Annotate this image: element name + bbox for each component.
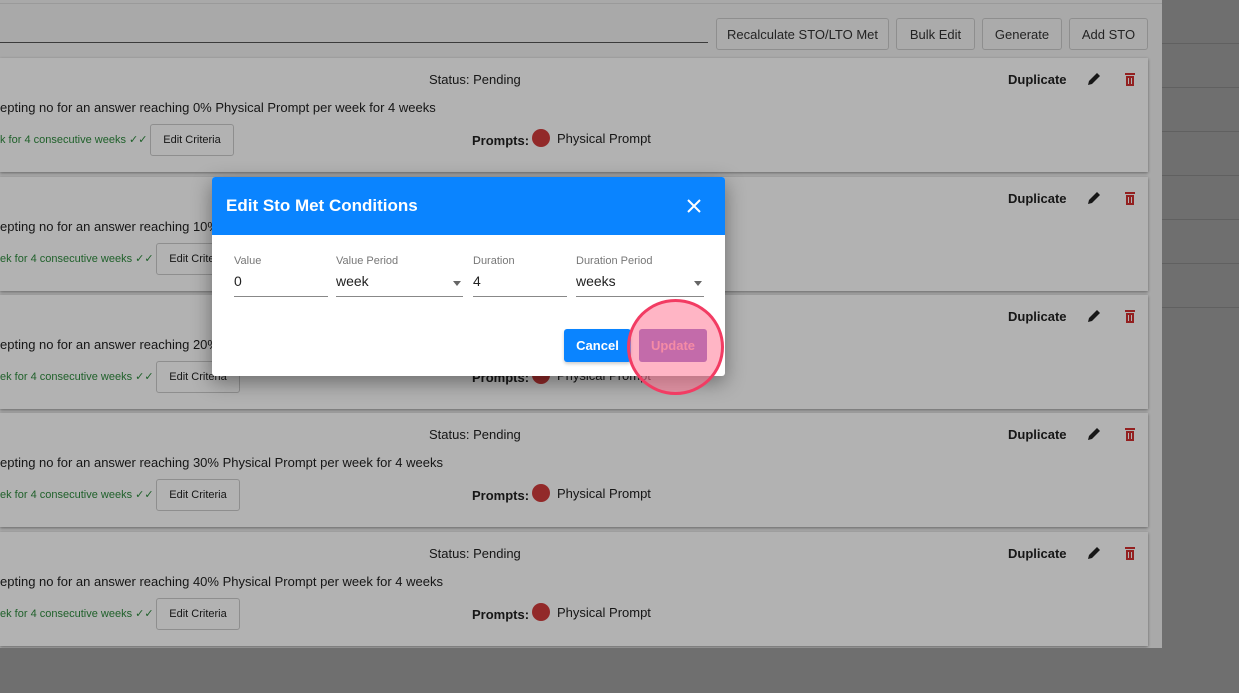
close-icon[interactable] [685, 197, 703, 215]
update-button[interactable]: Update [639, 329, 707, 362]
value-input[interactable]: 0 [234, 273, 328, 297]
value-label: Value [234, 255, 262, 267]
value-period-text: week [336, 273, 369, 289]
dialog-title: Edit Sto Met Conditions [212, 177, 725, 235]
value-field[interactable]: Value 0 [234, 255, 328, 297]
duration-period-value[interactable]: weeks [576, 273, 704, 297]
duration-label: Duration [473, 255, 515, 267]
duration-period-text: weeks [576, 273, 616, 289]
duration-period-label: Duration Period [576, 255, 653, 267]
value-period-value[interactable]: week [336, 273, 463, 297]
value-period-select[interactable]: Value Period week [336, 255, 463, 297]
duration-field[interactable]: Duration 4 [473, 255, 567, 297]
edit-sto-met-dialog: Edit Sto Met Conditions Value 0 Value Pe… [212, 177, 725, 376]
duration-input[interactable]: 4 [473, 273, 567, 297]
chevron-down-icon [694, 281, 702, 290]
cancel-button[interactable]: Cancel [564, 329, 631, 362]
value-period-label: Value Period [336, 255, 399, 267]
duration-period-select[interactable]: Duration Period weeks [576, 255, 704, 297]
chevron-down-icon [453, 281, 461, 290]
